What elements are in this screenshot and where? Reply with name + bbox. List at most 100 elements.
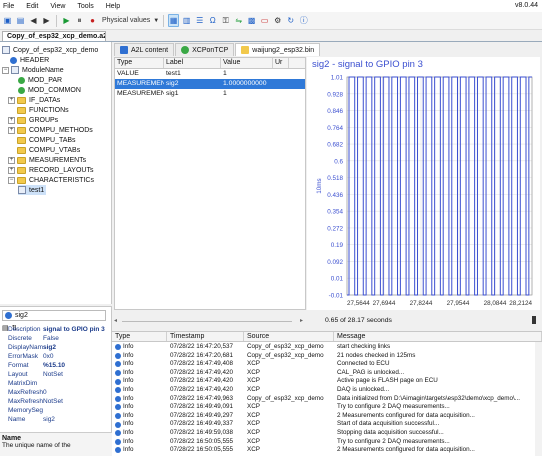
expand-icon[interactable]: + <box>8 96 15 104</box>
tree-item-header[interactable]: HEADER <box>10 55 49 65</box>
scroll-left-icon[interactable]: ◂ <box>114 318 118 324</box>
log-row[interactable]: Info 07/28/22 16:49:49,337 XCP Start of dat… <box>112 420 542 429</box>
log-timestamp: 07/28/22 16:49:49,091 <box>170 403 234 411</box>
save-icon[interactable]: ▤ <box>15 14 26 27</box>
log-row[interactable]: Info 07/28/22 16:47:49,963 Copy_of_esp32_x… <box>112 395 542 404</box>
forward-icon[interactable]: ▶ <box>41 14 52 27</box>
log-row[interactable]: Info 07/28/22 16:47:49,420 XCP DAQ is unloc… <box>112 386 542 395</box>
tree-item-measurements[interactable]: + MEASUREMENTs <box>8 155 86 165</box>
physical-values-dropdown[interactable]: Physical values ▼ <box>100 14 159 27</box>
expand-icon[interactable]: + <box>8 126 15 134</box>
log-row[interactable]: Info 07/28/22 16:47:49,420 XCP CAL_PAG is u… <box>112 369 542 378</box>
scroll-right-icon[interactable]: ▸ <box>300 318 304 324</box>
tree-item-compu-methods[interactable]: + COMPU_METHODs <box>8 125 93 135</box>
chart-plot[interactable]: 1.01 0.928 0.846 0.764 0.682 0.6 0.518 0.436 0.3… <box>307 57 540 310</box>
log-col-type[interactable]: Type <box>112 332 167 341</box>
log-row[interactable]: Info 07/28/22 16:47:20,537 Copy_of_esp32_x… <box>112 343 542 352</box>
pause-bar-icon[interactable] <box>532 316 536 324</box>
log-timestamp: 07/28/22 16:49:49,337 <box>170 420 234 428</box>
property-row[interactable]: Layout NotSet <box>0 370 111 379</box>
expand-icon[interactable]: + <box>8 166 15 174</box>
signal-table-header: Type Label Value Ur <box>115 58 305 69</box>
tree-root[interactable]: Copy_of_esp32_xcp_demo <box>2 45 98 55</box>
log-row[interactable]: Info 07/28/22 16:49:49,091 XCP Try to confi… <box>112 403 542 412</box>
property-row[interactable]: ErrorMask 0x0 <box>0 352 111 361</box>
col-type[interactable]: Type <box>115 58 164 68</box>
table-row[interactable]: VALUE test1 1 <box>115 69 305 79</box>
pause-icon[interactable]: ⏸ <box>74 14 85 27</box>
log-row[interactable]: Info 07/28/22 16:49:59,038 XCP Stopping dat… <box>112 429 542 438</box>
physical-values-label: Physical values <box>102 17 151 24</box>
tree-item-characteristics[interactable]: − CHARACTERISTICs <box>8 175 94 185</box>
expand-icon[interactable]: + <box>8 116 15 124</box>
tree-item-mod-par[interactable]: MOD_PAR <box>18 75 62 85</box>
back-icon[interactable]: ◀ <box>28 14 39 27</box>
info-icon[interactable]: ⓘ <box>298 14 309 27</box>
collapse-icon[interactable]: − <box>2 66 9 74</box>
log-col-message[interactable]: Message <box>334 332 542 341</box>
log-timestamp: 07/28/22 16:50:05,555 <box>170 446 234 454</box>
monitor-icon[interactable]: ▭ <box>259 14 270 27</box>
property-row[interactable]: MemorySegi <box>0 406 111 415</box>
tree-item-module[interactable]: − ModuleName <box>2 65 64 75</box>
key-icon[interactable]: ⚿ <box>220 14 231 27</box>
col-value[interactable]: Value <box>221 58 273 68</box>
tree-item-if-datas[interactable]: + IF_DATAs <box>8 95 60 105</box>
tab-binary-file[interactable]: waijung2_esp32.bin <box>235 43 321 56</box>
tree-item-record-layouts[interactable]: + RECORD_LAYOUTs <box>8 165 93 175</box>
property-row[interactable]: Name sig2 <box>0 415 111 424</box>
log-message: Try to configure 2 DAQ measurements... <box>337 403 450 411</box>
expand-icon[interactable]: + <box>8 156 15 164</box>
tree-item-test1[interactable]: test1 <box>18 185 47 195</box>
collapse-icon[interactable]: − <box>8 176 15 184</box>
log-row[interactable]: Info 07/28/22 16:47:20,681 Copy_of_esp32_x… <box>112 352 542 361</box>
omega-icon[interactable]: Ω <box>207 14 218 27</box>
log-row[interactable]: Info 07/28/22 16:50:05,555 XCP Try to confi… <box>112 438 542 447</box>
cdm-icon[interactable]: ▩ <box>246 14 257 27</box>
table-icon[interactable]: ▥ <box>181 14 192 27</box>
log-row[interactable]: Info 07/28/22 16:49:49,297 XCP 2 Measuremen… <box>112 412 542 421</box>
horizontal-scrollbar[interactable]: ◂ ▸ <box>114 318 308 325</box>
log-row[interactable]: Info 07/28/22 16:50:05,555 XCP 2 Measuremen… <box>112 446 542 455</box>
menu-tools[interactable]: Tools <box>77 3 93 10</box>
tree-item-compu-vtabs[interactable]: COMPU_VTABs <box>17 145 80 155</box>
tab-xcp-on-tcp[interactable]: XCPonTCP <box>175 43 235 56</box>
table-row[interactable]: MEASUREMENT sig2 1.0000000000 <box>115 79 305 89</box>
settings-icon[interactable]: ⚙ <box>272 14 283 27</box>
tree-item-functions[interactable]: FUNCTIONs <box>17 105 69 115</box>
menu-view[interactable]: View <box>50 3 65 10</box>
folder-icon <box>17 176 26 184</box>
property-row[interactable]: DisplayName sig2 <box>0 343 111 352</box>
menu-edit[interactable]: Edit <box>26 3 38 10</box>
log-col-timestamp[interactable]: Timestamp <box>167 332 244 341</box>
log-vertical-scrollbar[interactable] <box>535 342 542 456</box>
run-icon[interactable]: ▶ <box>61 14 72 27</box>
record-icon[interactable]: ● <box>87 14 98 27</box>
menu-file[interactable]: File <box>3 3 14 10</box>
log-row[interactable]: Info 07/28/22 16:47:49,408 XCP Connected to… <box>112 360 542 369</box>
log-row[interactable]: Info 07/28/22 16:47:49,420 XCP Active page … <box>112 377 542 386</box>
property-object-select[interactable]: sig2 <box>2 310 106 321</box>
property-row[interactable]: MaxRefreshI NotSet <box>0 397 111 406</box>
tree-item-compu-tabs[interactable]: COMPU_TABs <box>17 135 76 145</box>
property-row[interactable]: Discrete False <box>0 334 111 343</box>
property-row[interactable]: Description signal to GPIO pin 3 <box>0 325 111 334</box>
property-row[interactable]: MatrixDim <box>0 379 111 388</box>
connect-icon[interactable]: ⇋ <box>233 14 244 27</box>
refresh-icon[interactable]: ↻ <box>285 14 296 27</box>
col-label[interactable]: Label <box>164 58 221 68</box>
list-icon[interactable]: ☰ <box>194 14 205 27</box>
table-row[interactable]: MEASUREMENT sig1 1 <box>115 89 305 99</box>
tab-a2l-content[interactable]: A2L content <box>114 43 175 56</box>
log-timestamp: 07/28/22 16:49:59,038 <box>170 429 234 436</box>
folder-icon <box>17 136 26 144</box>
property-row[interactable]: Format %15.10 <box>0 361 111 370</box>
open-icon[interactable]: ▣ <box>2 14 13 27</box>
tree-item-mod-common[interactable]: MOD_COMMON <box>18 85 81 95</box>
col-unit[interactable]: Ur <box>273 58 289 68</box>
view-grid-icon[interactable]: ▦ <box>168 14 180 27</box>
log-col-source[interactable]: Source <box>244 332 334 341</box>
tree-item-groups[interactable]: + GROUPs <box>8 115 58 125</box>
menu-help[interactable]: Help <box>106 3 120 10</box>
property-row[interactable]: MaxRefreshI 0 <box>0 388 111 397</box>
